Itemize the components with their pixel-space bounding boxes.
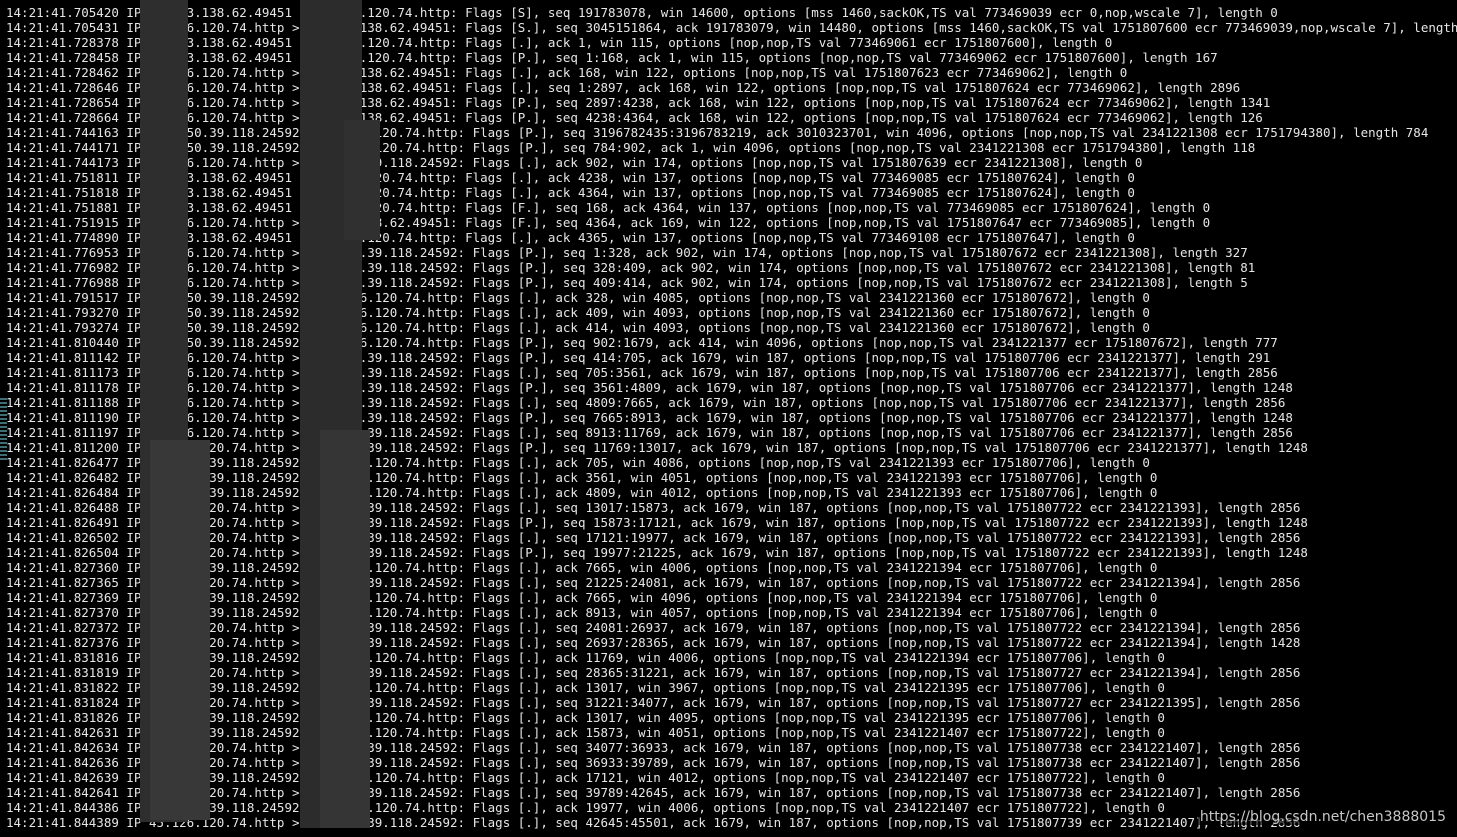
terminal-line: 14:21:41.826477 IP 220.250.39.118.24592 … bbox=[6, 455, 1150, 470]
terminal-line: 14:21:41.827376 IP 45.126.120.74.http > … bbox=[6, 635, 1301, 650]
terminal-line: 14:21:41.827372 IP 45.126.120.74.http > … bbox=[6, 620, 1301, 635]
terminal-line: 14:21:41.826504 IP 45.126.120.74.http > … bbox=[6, 545, 1308, 560]
terminal-line: 14:21:41.831826 IP 220.250.39.118.24592 … bbox=[6, 710, 1165, 725]
tcpdump-output: 14:21:41.705420 IP 122.13.138.62.49451 >… bbox=[6, 5, 1457, 830]
terminal-line: 14:21:41.744171 IP 220.250.39.118.24592 … bbox=[6, 140, 1256, 155]
terminal-line: 14:21:41.728654 IP 45.126.120.74.http > … bbox=[6, 95, 1271, 110]
terminal-line: 14:21:41.827370 IP 220.250.39.118.24592 … bbox=[6, 605, 1158, 620]
terminal-line: 14:21:41.842639 IP 220.250.39.118.24592 … bbox=[6, 770, 1165, 785]
terminal-line: 14:21:41.705420 IP 122.13.138.62.49451 >… bbox=[6, 5, 1278, 20]
terminal-line: 14:21:41.751811 IP 122.13.138.62.49451 >… bbox=[6, 170, 1135, 185]
terminal-line: 14:21:41.776988 IP 45.126.120.74.http > … bbox=[6, 275, 1248, 290]
terminal-line: 14:21:41.826491 IP 45.126.120.74.http > … bbox=[6, 515, 1308, 530]
terminal-line: 14:21:41.751881 IP 122.13.138.62.49451 >… bbox=[6, 200, 1211, 215]
terminal-line: 14:21:41.842636 IP 45.126.120.74.http > … bbox=[6, 755, 1301, 770]
terminal-line: 14:21:41.728458 IP 122.13.138.62.49451 >… bbox=[6, 50, 1218, 65]
terminal-line: 14:21:41.826502 IP 45.126.120.74.http > … bbox=[6, 530, 1301, 545]
watermark-url: https://blog.csdn.net/chen3888015 bbox=[1197, 809, 1448, 825]
terminal-line: 14:21:41.811178 IP 45.126.120.74.http > … bbox=[6, 380, 1293, 395]
terminal-line: 14:21:41.744163 IP 220.250.39.118.24592 … bbox=[6, 125, 1429, 140]
terminal-line: 14:21:41.705431 IP 45.126.120.74.http > … bbox=[6, 20, 1457, 35]
redaction-blur-left-lower bbox=[150, 440, 210, 820]
terminal-line: 14:21:41.811188 IP 45.126.120.74.http > … bbox=[6, 395, 1286, 410]
terminal-line: 14:21:41.827369 IP 220.250.39.118.24592 … bbox=[6, 590, 1158, 605]
terminal-line: 14:21:41.751818 IP 122.13.138.62.49451 >… bbox=[6, 185, 1135, 200]
terminal-line: 14:21:41.728646 IP 45.126.120.74.http > … bbox=[6, 80, 1241, 95]
terminal-line: 14:21:41.811200 IP 45.126.120.74.http > … bbox=[6, 440, 1308, 455]
redaction-blur-right-lower bbox=[320, 430, 370, 828]
terminal-line: 14:21:41.831822 IP 220.250.39.118.24592 … bbox=[6, 680, 1165, 695]
terminal-line: 14:21:41.728462 IP 45.126.120.74.http > … bbox=[6, 65, 1128, 80]
terminal-line: 14:21:41.842641 IP 45.126.120.74.http > … bbox=[6, 785, 1301, 800]
terminal-line: 14:21:41.826482 IP 220.250.39.118.24592 … bbox=[6, 470, 1158, 485]
terminal-line: 14:21:41.827365 IP 45.126.120.74.http > … bbox=[6, 575, 1301, 590]
terminal-line: 14:21:41.776953 IP 45.126.120.74.http > … bbox=[6, 245, 1248, 260]
terminal-line: 14:21:41.831824 IP 45.126.120.74.http > … bbox=[6, 695, 1301, 710]
terminal-line: 14:21:41.842634 IP 45.126.120.74.http > … bbox=[6, 740, 1301, 755]
terminal-line: 14:21:41.728664 IP 45.126.120.74.http > … bbox=[6, 110, 1263, 125]
terminal-line: 14:21:41.793274 IP 220.250.39.118.24592 … bbox=[6, 320, 1150, 335]
terminal-line: 14:21:41.810440 IP 220.250.39.118.24592 … bbox=[6, 335, 1278, 350]
terminal-line: 14:21:41.744173 IP 45.126.120.74.http > … bbox=[6, 155, 1143, 170]
terminal-line: 14:21:41.831819 IP 45.126.120.74.http > … bbox=[6, 665, 1301, 680]
terminal-line: 14:21:41.776982 IP 45.126.120.74.http > … bbox=[6, 260, 1256, 275]
terminal-line: 14:21:41.811190 IP 45.126.120.74.http > … bbox=[6, 410, 1293, 425]
terminal-window[interactable]: 14:21:41.705420 IP 122.13.138.62.49451 >… bbox=[0, 0, 1457, 837]
terminal-line: 14:21:41.791517 IP 220.250.39.118.24592 … bbox=[6, 290, 1150, 305]
terminal-line: 14:21:41.811197 IP 45.126.120.74.http > … bbox=[6, 425, 1293, 440]
redaction-blur-right-upper bbox=[344, 120, 380, 240]
terminal-line: 14:21:41.831816 IP 220.250.39.118.24592 … bbox=[6, 650, 1165, 665]
terminal-line: 14:21:41.728378 IP 122.13.138.62.49451 >… bbox=[6, 35, 1113, 50]
terminal-line: 14:21:41.826484 IP 220.250.39.118.24592 … bbox=[6, 485, 1158, 500]
terminal-line: 14:21:41.842631 IP 220.250.39.118.24592 … bbox=[6, 725, 1165, 740]
terminal-line: 14:21:41.811173 IP 45.126.120.74.http > … bbox=[6, 365, 1278, 380]
terminal-line: 14:21:41.774890 IP 122.13.138.62.49451 >… bbox=[6, 230, 1135, 245]
terminal-line: 14:21:41.811142 IP 45.126.120.74.http > … bbox=[6, 350, 1271, 365]
scrollbar-grip[interactable] bbox=[0, 398, 7, 462]
terminal-line: 14:21:41.827360 IP 220.250.39.118.24592 … bbox=[6, 560, 1158, 575]
terminal-line: 14:21:41.751915 IP 45.126.120.74.http > … bbox=[6, 215, 1211, 230]
terminal-line: 14:21:41.826488 IP 45.126.120.74.http > … bbox=[6, 500, 1301, 515]
terminal-line: 14:21:41.793270 IP 220.250.39.118.24592 … bbox=[6, 305, 1150, 320]
